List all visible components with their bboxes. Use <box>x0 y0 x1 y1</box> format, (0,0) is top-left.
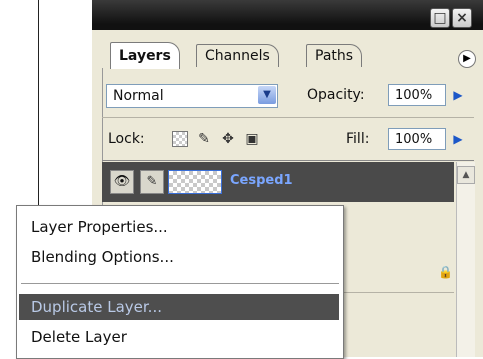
opacity-input[interactable]: 100% <box>388 84 446 106</box>
tab-paths[interactable]: Paths <box>306 44 363 67</box>
divider <box>102 117 474 118</box>
opacity-slider-arrow-icon[interactable]: ▶ <box>448 84 468 106</box>
tab-layers[interactable]: Layers <box>110 42 180 69</box>
brush-icon[interactable]: ✎ <box>140 170 164 194</box>
menu-item-blending-options[interactable]: Blending Options... <box>19 244 339 270</box>
menu-item-layer-properties[interactable]: Layer Properties... <box>19 214 339 240</box>
layer-thumbnail[interactable] <box>168 170 222 194</box>
blend-mode-value: Normal <box>113 88 164 104</box>
fill-label: Fill: <box>346 131 370 147</box>
lock-icon: 🔒 <box>438 265 453 279</box>
layer-context-menu: Layer Properties... Blending Options... … <box>16 205 344 359</box>
layers-scrollbar[interactable]: ▲ <box>456 162 475 357</box>
menu-item-duplicate-layer[interactable]: Duplicate Layer... <box>19 294 339 320</box>
tab-strip: Layers Channels Paths ▶ <box>92 30 483 69</box>
opacity-label: Opacity: <box>307 87 365 103</box>
lock-image-brush-icon[interactable]: ✎ <box>196 131 212 147</box>
lock-label: Lock: <box>108 131 145 147</box>
menu-separator <box>21 283 339 284</box>
blend-mode-select[interactable]: Normal ▼ <box>106 84 278 108</box>
fill-slider-arrow-icon[interactable]: ▶ <box>448 128 468 150</box>
lock-position-move-icon[interactable]: ✥ <box>220 131 236 147</box>
fill-input[interactable]: 100% <box>388 128 446 150</box>
layer-name[interactable]: Cesped1 <box>230 170 293 192</box>
tab-channels[interactable]: Channels <box>196 44 279 67</box>
palette-menu-icon[interactable]: ▶ <box>458 50 476 68</box>
scroll-up-icon[interactable]: ▲ <box>457 166 475 184</box>
layer-row-cesped1[interactable]: 👁 ✎ Cesped1 <box>102 162 454 202</box>
minimize-button[interactable]: □ <box>430 8 450 28</box>
palette-title-bar[interactable]: □ × <box>92 0 483 30</box>
divider <box>102 160 474 161</box>
menu-item-delete-layer[interactable]: Delete Layer <box>19 324 339 350</box>
lock-all-icon[interactable]: ▣ <box>244 131 260 147</box>
chevron-down-icon[interactable]: ▼ <box>258 86 276 104</box>
lock-transparency-icon[interactable] <box>172 131 188 147</box>
eye-visibility-icon[interactable]: 👁 <box>110 170 134 194</box>
close-button[interactable]: × <box>452 8 472 28</box>
